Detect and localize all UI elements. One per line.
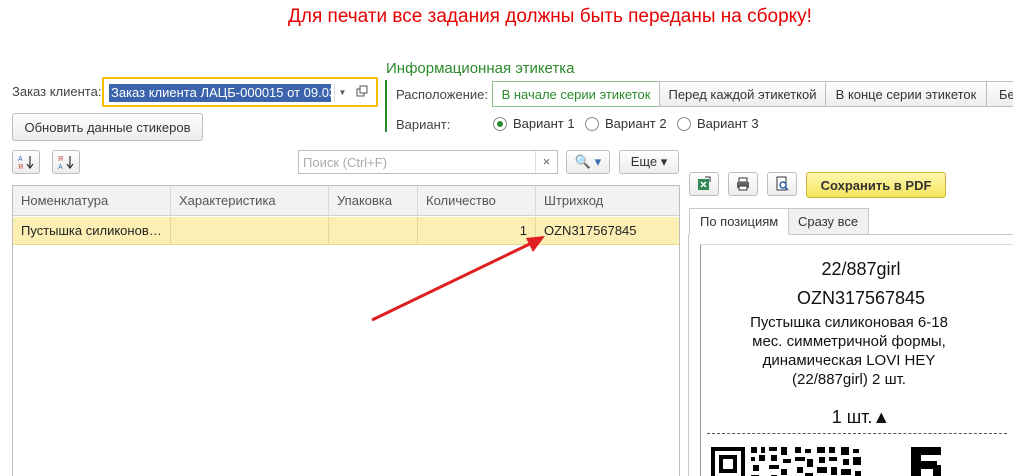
print-preview-icon	[776, 176, 789, 191]
label-description-line: мес. симметричной формы,	[752, 333, 946, 350]
table-row[interactable]: Пустышка силиконов… 1 OZN317567845	[13, 217, 679, 245]
order-select-value[interactable]: Заказ клиента ЛАЦБ-000015 от 09.03	[109, 84, 331, 102]
label-description-line: (22/887girl) 2 шт.	[792, 371, 906, 388]
radio-unchecked-icon[interactable]	[677, 116, 691, 131]
radio-checked-icon[interactable]	[493, 116, 507, 131]
search-placeholder: Поиск (Ctrl+F)	[303, 155, 388, 170]
clear-search-icon[interactable]: ×	[535, 151, 557, 173]
svg-text:А: А	[18, 156, 23, 163]
refresh-stickers-button[interactable]: Обновить данные стикеров	[12, 113, 203, 141]
excel-export-icon	[698, 176, 711, 190]
placement-each-option[interactable]: Перед каждой этикеткой	[659, 81, 826, 107]
table-header: Номенклатура Характеристика Упаковка Кол…	[13, 186, 679, 216]
label-sheet: 22/887girl OZN317567845 Пустышка силикон…	[700, 244, 1013, 476]
datamatrix-code-icon	[711, 447, 941, 476]
preview-button[interactable]	[767, 172, 797, 196]
placement-end-option[interactable]: В конце серии этикеток	[825, 81, 987, 107]
open-icon[interactable]	[356, 85, 370, 99]
cell-characteristic[interactable]	[171, 217, 329, 245]
sort-descending-button[interactable]: ЯА	[52, 150, 80, 174]
svg-text:Я: Я	[58, 156, 63, 163]
column-quantity[interactable]: Количество	[418, 186, 536, 216]
order-label: Заказ клиента:	[12, 84, 102, 99]
svg-text:Я: Я	[18, 164, 23, 170]
tab-by-position[interactable]: По позициям	[689, 208, 790, 235]
column-nomenclature[interactable]: Номенклатура	[13, 186, 171, 216]
printer-icon	[737, 177, 749, 191]
label-quantity: 1 шт.▲	[831, 407, 891, 427]
placement-start-option[interactable]: В начале серии этикеток	[492, 81, 660, 107]
search-input[interactable]: Поиск (Ctrl+F) ×	[298, 150, 558, 174]
sort-descending-icon: ЯА	[58, 156, 74, 171]
tab-all-at-once[interactable]: Сразу все	[787, 208, 870, 235]
items-table: Номенклатура Характеристика Упаковка Кол…	[12, 185, 680, 476]
more-menu-button[interactable]: Еще ▾	[619, 150, 679, 174]
radio-unchecked-icon[interactable]	[585, 116, 599, 131]
variant-1-label: Вариант 1	[513, 116, 575, 131]
sort-ascending-icon: АЯ	[18, 156, 34, 171]
label-article: 22/887girl	[821, 259, 901, 279]
variant-3-label: Вариант 3	[697, 116, 759, 131]
column-characteristic[interactable]: Характеристика	[171, 186, 329, 216]
search-button[interactable]: 🔍 ▾	[566, 150, 610, 174]
column-package[interactable]: Упаковка	[329, 186, 418, 216]
label-description-line: Пустышка силиконовая 6-18	[750, 314, 948, 331]
label-barcode-text: OZN317567845	[796, 288, 926, 308]
save-pdf-button[interactable]: Сохранить в PDF	[806, 172, 946, 198]
variant-3-radio[interactable]: Вариант 3	[677, 116, 759, 131]
info-label-divider	[385, 80, 387, 132]
variant-2-label: Вариант 2	[605, 116, 667, 131]
print-warning: Для печати все задания должны быть перед…	[288, 6, 812, 27]
cell-package[interactable]	[329, 217, 418, 245]
chevron-down-icon[interactable]: ▼	[334, 84, 350, 102]
label-description-line: динамическая LOVI HEY	[762, 352, 936, 369]
info-label-title: Информационная этикетка	[386, 60, 575, 77]
export-button[interactable]	[689, 172, 719, 196]
order-select[interactable]: Заказ клиента ЛАЦБ-000015 от 09.03 ▼	[102, 77, 378, 107]
sort-ascending-button[interactable]: АЯ	[12, 150, 40, 174]
variant-label: Вариант:	[396, 117, 451, 132]
placement-label: Расположение:	[396, 87, 488, 102]
variant-2-radio[interactable]: Вариант 2	[585, 116, 667, 131]
variant-1-radio[interactable]: Вариант 1	[493, 116, 575, 131]
print-button[interactable]	[728, 172, 758, 196]
column-barcode[interactable]: Штрихкод	[536, 186, 679, 216]
placement-none-option[interactable]: Бе	[986, 81, 1013, 107]
cell-nomenclature[interactable]: Пустышка силиконов…	[13, 217, 171, 245]
cell-quantity[interactable]: 1	[418, 217, 536, 245]
label-cut-line	[707, 433, 1007, 434]
svg-text:А: А	[58, 164, 63, 170]
cell-barcode[interactable]: OZN317567845	[536, 217, 679, 245]
